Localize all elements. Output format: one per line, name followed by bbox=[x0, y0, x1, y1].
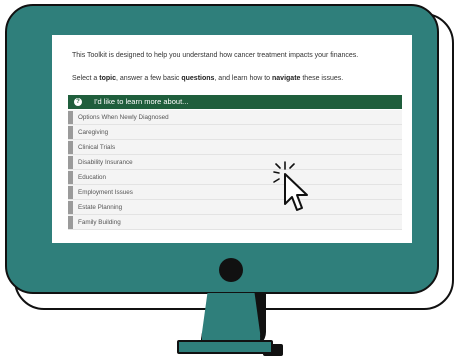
topic-item-education[interactable]: Education bbox=[68, 170, 402, 185]
intro-text: This Toolkit is designed to help you und… bbox=[72, 52, 359, 59]
topic-item-estate-planning[interactable]: Estate Planning bbox=[68, 200, 402, 215]
item-marker bbox=[68, 216, 73, 229]
cursor-click-icon bbox=[273, 161, 308, 211]
monitor-screen: This Toolkit is designed to help you und… bbox=[52, 35, 412, 243]
question-icon: ? bbox=[74, 98, 82, 106]
item-marker bbox=[68, 171, 73, 184]
topic-item-clinical-trials[interactable]: Clinical Trials bbox=[68, 140, 402, 155]
topic-item-family-building[interactable]: Family Building bbox=[68, 215, 402, 230]
item-marker bbox=[68, 111, 73, 124]
topics-panel-header: ? I'd like to learn more about... bbox=[68, 95, 402, 109]
item-marker bbox=[68, 126, 73, 139]
instructions-text: Select a topic, answer a few basic quest… bbox=[72, 75, 344, 82]
topic-item-caregiving[interactable]: Caregiving bbox=[68, 125, 402, 140]
topic-list: Options When Newly Diagnosed Caregiving … bbox=[68, 110, 402, 230]
stand-neck bbox=[200, 293, 262, 347]
item-marker bbox=[68, 186, 73, 199]
item-marker bbox=[68, 141, 73, 154]
item-marker bbox=[68, 201, 73, 214]
topic-item-disability-insurance[interactable]: Disability Insurance bbox=[68, 155, 402, 170]
power-button-icon bbox=[219, 258, 243, 282]
topic-item-options-when-newly-diagnosed[interactable]: Options When Newly Diagnosed bbox=[68, 110, 402, 125]
stand-base bbox=[177, 340, 273, 354]
topic-item-employment-issues[interactable]: Employment Issues bbox=[68, 185, 402, 200]
item-marker bbox=[68, 156, 73, 169]
panel-title: I'd like to learn more about... bbox=[94, 97, 189, 106]
